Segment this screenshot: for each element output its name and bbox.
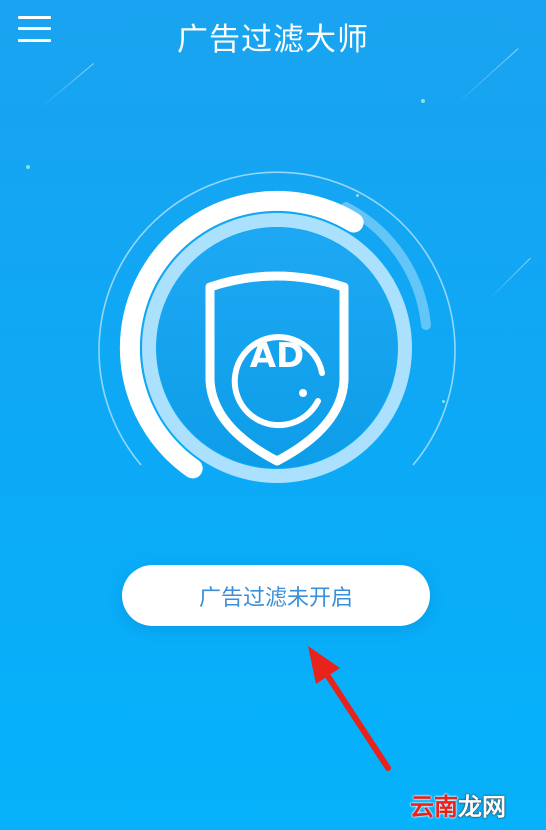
- ad-ring-dot: [299, 389, 307, 397]
- filter-toggle-button[interactable]: 广告过滤未开启: [122, 565, 430, 626]
- filter-status-gauge: AD: [98, 171, 456, 483]
- red-arrow-icon: [308, 646, 391, 771]
- ad-badge-text: AD: [250, 336, 305, 376]
- app-title: 广告过滤大师: [177, 22, 369, 58]
- watermark-logo: 云南龙网: [410, 787, 506, 822]
- decorative-dot: [421, 99, 425, 103]
- watermark-part-1: 云南: [410, 793, 458, 821]
- watermark-part-2: 龙网: [458, 793, 506, 821]
- decorative-streak: [39, 63, 94, 109]
- decorative-dot: [26, 165, 30, 169]
- decorative-streak: [487, 257, 531, 301]
